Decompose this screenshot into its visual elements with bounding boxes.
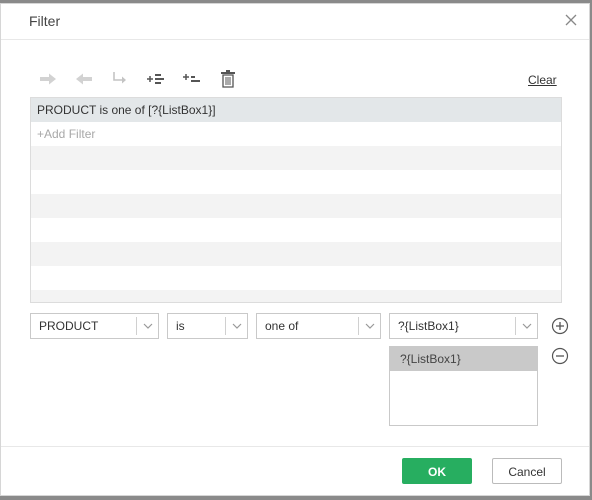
trash-icon[interactable]: [217, 68, 239, 90]
arrow-left-icon[interactable]: [73, 68, 95, 90]
filter-row[interactable]: PRODUCT is one of [?{ListBox1}]: [31, 98, 561, 122]
empty-row: [31, 266, 561, 290]
value-select[interactable]: ?{ListBox1}: [389, 313, 538, 339]
chevron-down-icon[interactable]: [358, 317, 380, 335]
close-icon[interactable]: [563, 12, 579, 28]
comparison-select-value: one of: [265, 319, 299, 333]
insert-condition-below-icon[interactable]: [181, 68, 203, 90]
dialog-footer: OK Cancel: [1, 446, 589, 497]
operator-select[interactable]: is: [167, 313, 248, 339]
empty-row: [31, 218, 561, 242]
remove-value-icon[interactable]: [551, 347, 569, 365]
cancel-button[interactable]: Cancel: [492, 458, 562, 484]
chevron-down-icon[interactable]: [225, 317, 247, 335]
chevron-down-icon[interactable]: [515, 317, 537, 335]
clear-link[interactable]: Clear: [528, 73, 557, 87]
field-select-value: PRODUCT: [39, 319, 99, 333]
return-arrow-icon[interactable]: [109, 68, 131, 90]
values-list[interactable]: ?{ListBox1}: [389, 346, 538, 426]
operator-select-value: is: [176, 319, 185, 333]
dialog-title: Filter: [29, 13, 61, 29]
field-select[interactable]: PRODUCT: [30, 313, 159, 339]
values-list-item[interactable]: ?{ListBox1}: [390, 347, 537, 371]
dialog-header: Filter: [1, 4, 589, 40]
chevron-down-icon[interactable]: [136, 317, 158, 335]
ok-button[interactable]: OK: [402, 458, 472, 484]
add-filter-row[interactable]: +Add Filter: [31, 122, 561, 146]
empty-row: [31, 242, 561, 266]
empty-row: [31, 194, 561, 218]
add-value-icon[interactable]: [551, 317, 569, 335]
comparison-select[interactable]: one of: [256, 313, 381, 339]
insert-condition-above-icon[interactable]: [145, 68, 167, 90]
filter-dialog: Filter Clear PRODUCT is one of [?{ListBo…: [0, 3, 590, 496]
empty-row: [31, 290, 561, 302]
empty-row: [31, 170, 561, 194]
value-select-value: ?{ListBox1}: [398, 319, 459, 333]
arrow-right-icon[interactable]: [37, 68, 59, 90]
empty-row: [31, 146, 561, 170]
filter-list: PRODUCT is one of [?{ListBox1}] +Add Fil…: [30, 97, 562, 303]
